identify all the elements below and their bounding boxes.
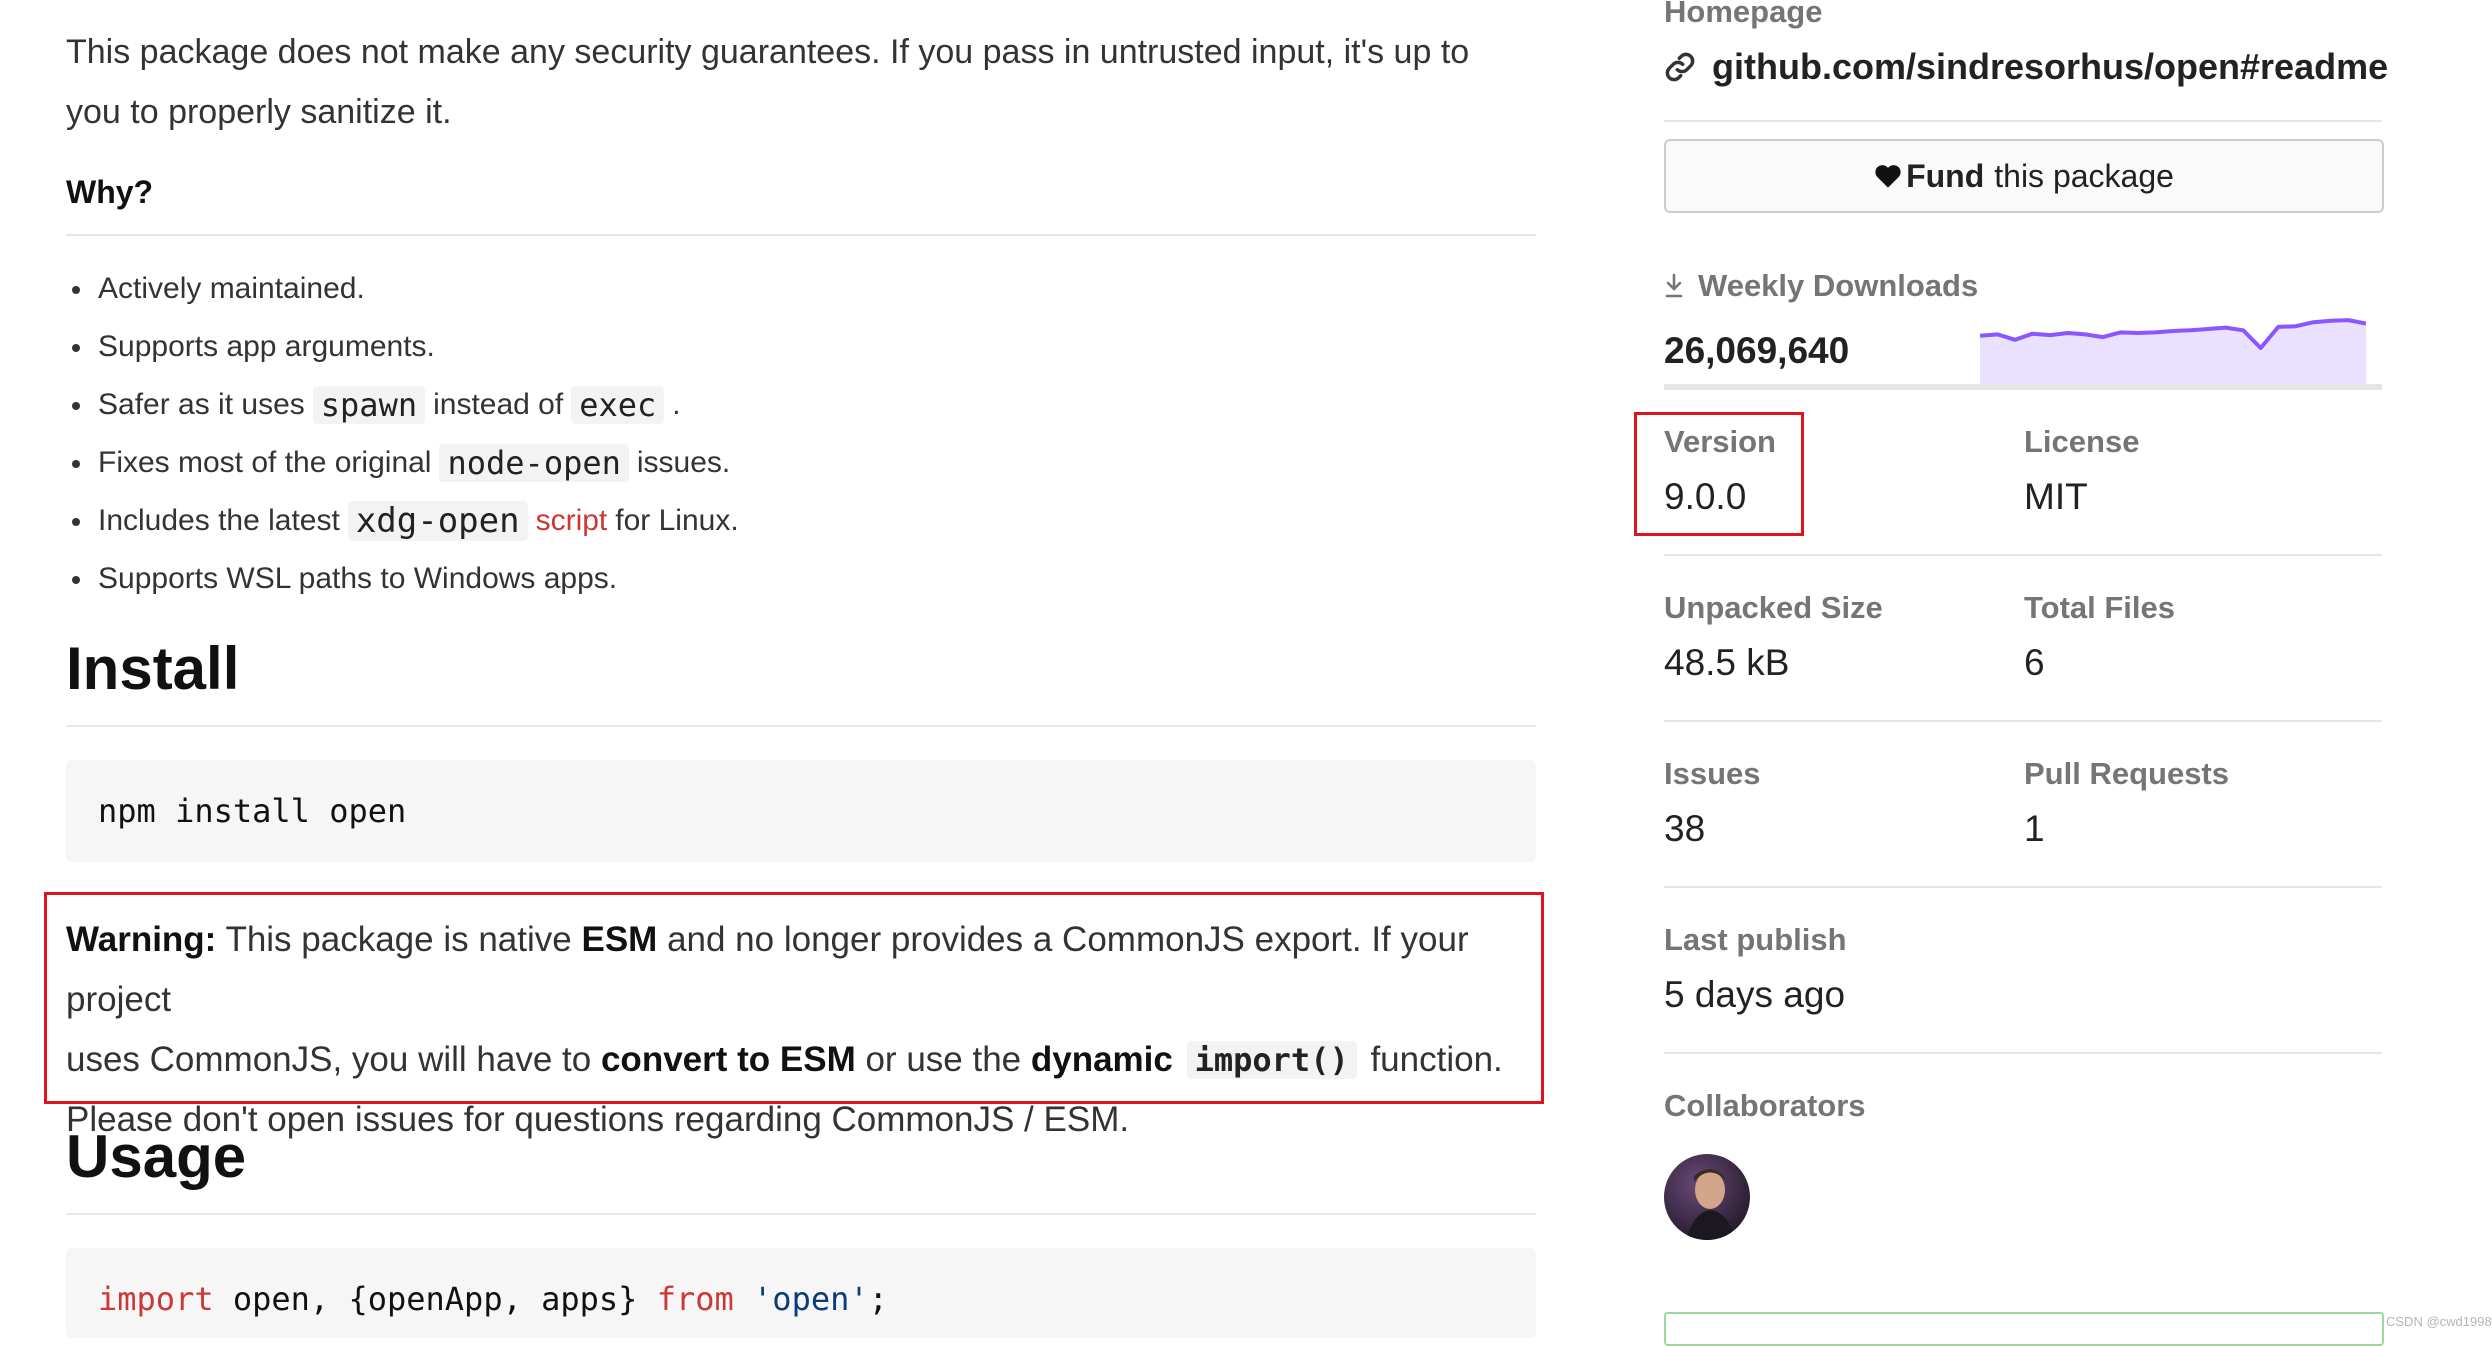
why-divider xyxy=(66,234,1536,236)
weekly-downloads-label: Weekly Downloads xyxy=(1698,268,1979,303)
script-link[interactable]: script xyxy=(536,504,608,538)
warning-line-3: Please don't open issues for questions r… xyxy=(66,1100,1130,1139)
code-exec: exec xyxy=(571,386,665,424)
security-note: This package does not make any security … xyxy=(66,33,1470,131)
avatar[interactable] xyxy=(1664,1154,1750,1240)
issues-label: Issues xyxy=(1664,756,1761,791)
feature-list: Actively maintained. Supports app argume… xyxy=(72,260,1518,608)
homepage-divider xyxy=(1664,120,2382,122)
fund-label-strong: Fund xyxy=(1906,157,1985,194)
link-icon xyxy=(1664,51,1696,83)
usage-divider xyxy=(66,1213,1536,1215)
install-box-edge xyxy=(1664,1312,2384,1346)
list-item: Includes the latest xdg-open script for … xyxy=(72,492,1518,550)
install-code-block: npm install open xyxy=(66,760,1536,862)
issues-divider xyxy=(1664,886,2382,888)
esm-link[interactable]: ESM xyxy=(581,920,657,959)
publish-divider xyxy=(1664,1052,2382,1054)
list-item: Supports WSL paths to Windows apps. xyxy=(72,550,1518,608)
issues-value[interactable]: 38 xyxy=(1664,808,1705,850)
last-publish-value: 5 days ago xyxy=(1664,974,1846,1015)
list-item: Fixes most of the original node-open iss… xyxy=(72,434,1518,492)
install-command[interactable]: npm install open xyxy=(98,792,406,830)
size-divider xyxy=(1664,720,2382,722)
list-item: Supports app arguments. xyxy=(72,318,1518,376)
weekly-downloads-value: 26,069,640 xyxy=(1664,330,1850,371)
downloads-bar xyxy=(1664,384,2382,390)
version-divider xyxy=(1664,554,2382,556)
license-value: MIT xyxy=(2024,476,2088,517)
pull-requests-value[interactable]: 1 xyxy=(2024,808,2045,850)
install-heading: Install xyxy=(66,635,240,702)
heart-icon xyxy=(1874,163,1902,189)
homepage-label: Homepage xyxy=(1664,0,1823,29)
code-node-open: node-open xyxy=(439,444,629,482)
version-value: 9.0.0 xyxy=(1664,476,1747,517)
unpacked-size-label: Unpacked Size xyxy=(1664,590,1883,625)
usage-code-block: import open, {openApp, apps} from 'open'… xyxy=(66,1248,1536,1338)
license-label: License xyxy=(2024,424,2140,459)
homepage-link-row[interactable]: github.com/sindresorhus/open#readme xyxy=(1664,44,2388,90)
dynamic-import-link[interactable]: dynamic xyxy=(1031,1040,1173,1079)
version-label: Version xyxy=(1664,424,1776,459)
fund-label: this package xyxy=(1994,157,2174,194)
code-spawn: spawn xyxy=(312,386,426,424)
downloads-header: Weekly Downloads xyxy=(1664,268,1978,304)
xdg-open-link[interactable]: xdg-open xyxy=(347,501,528,541)
pull-requests-label: Pull Requests xyxy=(2024,756,2229,791)
convert-to-esm-link[interactable]: convert to ESM xyxy=(601,1040,856,1079)
total-files-label: Total Files xyxy=(2024,590,2176,625)
warning-line-2: uses CommonJS, you will have to convert … xyxy=(66,1040,1503,1079)
esm-warning: Warning: This package is native ESM and … xyxy=(66,910,1546,1150)
download-icon xyxy=(1664,272,1684,300)
why-heading: Why? xyxy=(66,174,154,210)
collaborators-label: Collaborators xyxy=(1664,1088,1866,1123)
downloads-sparkline xyxy=(1980,318,2366,390)
last-publish-label: Last publish xyxy=(1664,922,1847,957)
total-files-value: 6 xyxy=(2024,642,2045,683)
usage-code-line: import open, {openApp, apps} from 'open'… xyxy=(98,1280,888,1318)
list-item: Safer as it uses spawn instead of exec . xyxy=(72,376,1518,434)
watermark: CSDN @cwd1998 xyxy=(2386,1314,2492,1329)
fund-button[interactable]: Fund this package xyxy=(1664,139,2384,213)
code-import[interactable]: import() xyxy=(1186,1041,1357,1079)
list-item: Actively maintained. xyxy=(72,260,1518,318)
usage-heading: Usage xyxy=(66,1123,247,1190)
unpacked-size-value: 48.5 kB xyxy=(1664,642,1790,683)
install-divider xyxy=(66,725,1536,727)
homepage-link[interactable]: github.com/sindresorhus/open#readme xyxy=(1712,46,2388,88)
warning-line-1: Warning: This package is native ESM and … xyxy=(66,920,1469,1019)
